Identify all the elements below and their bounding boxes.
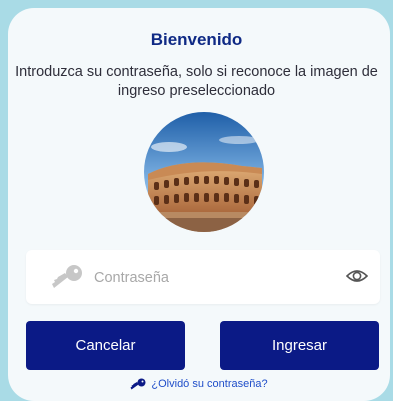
key-icon xyxy=(130,378,146,390)
forgot-password-label[interactable]: ¿Olvidó su contraseña? xyxy=(151,378,267,390)
cancel-button[interactable]: Cancelar xyxy=(26,321,185,370)
key-icon xyxy=(52,265,82,288)
page-title: Bienvenido xyxy=(150,30,243,49)
password-field[interactable] xyxy=(26,250,380,304)
forgot-password-link[interactable]: ¿Olvidó su contraseña? xyxy=(8,378,390,390)
login-button[interactable]: Ingresar xyxy=(220,321,379,370)
colosseum-image xyxy=(144,112,264,232)
login-card: Bienvenido Introduzca su contraseña, sol… xyxy=(8,8,390,401)
instructions-text: Introduzca su contraseña, solo si recono… xyxy=(15,64,378,99)
password-input[interactable] xyxy=(92,266,336,290)
eye-icon[interactable] xyxy=(346,268,368,284)
login-image xyxy=(144,112,264,232)
